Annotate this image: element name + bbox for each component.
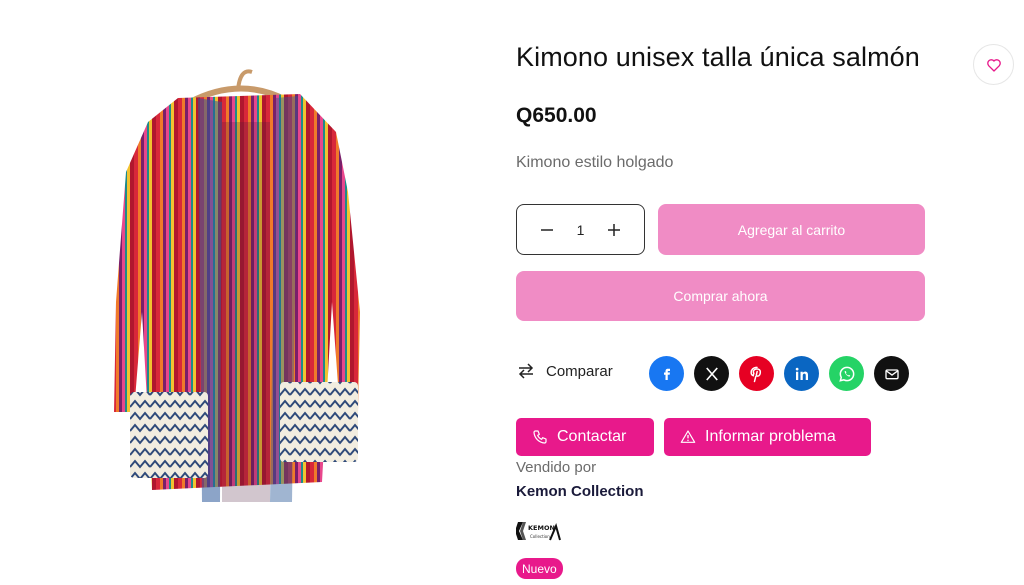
quantity-value[interactable]: 1 [577, 222, 585, 238]
seller-name[interactable]: Kemon Collection [516, 483, 644, 500]
product-title: Kimono unisex talla única salmón [516, 42, 920, 72]
email-icon[interactable] [874, 356, 909, 391]
minus-icon[interactable] [535, 218, 559, 242]
sold-by-label: Vendido por [516, 459, 597, 476]
product-price: Q650.00 [516, 104, 597, 127]
add-to-cart-button[interactable]: Agregar al carrito [658, 204, 925, 255]
pinterest-icon[interactable] [739, 356, 774, 391]
plus-icon[interactable] [602, 218, 626, 242]
x-icon[interactable] [694, 356, 729, 391]
linkedin-icon[interactable] [784, 356, 819, 391]
svg-text:Collection: Collection [530, 534, 550, 539]
product-image [114, 69, 360, 502]
warning-icon [680, 430, 696, 443]
heart-icon [986, 58, 1001, 72]
svg-text:KEMON: KEMON [528, 524, 555, 532]
seller-logo: KEMON Collection [516, 522, 561, 541]
new-badge: Nuevo [516, 558, 563, 579]
report-problem-button[interactable]: Informar problema [664, 418, 871, 456]
wishlist-button[interactable] [973, 44, 1014, 85]
facebook-icon[interactable] [649, 356, 684, 391]
phone-icon [533, 430, 547, 444]
buy-now-button[interactable]: Comprar ahora [516, 271, 925, 321]
share-buttons [649, 356, 909, 391]
report-problem-label: Informar problema [705, 428, 836, 445]
contact-button[interactable]: Contactar [516, 418, 654, 456]
compare-button[interactable]: Comparar [516, 362, 613, 380]
product-description: Kimono estilo holgado [516, 154, 674, 171]
quantity-stepper[interactable]: 1 [516, 204, 645, 255]
whatsapp-icon[interactable] [829, 356, 864, 391]
contact-label: Contactar [557, 428, 627, 445]
compare-label: Comparar [546, 362, 613, 380]
compare-arrows-icon [518, 363, 534, 379]
